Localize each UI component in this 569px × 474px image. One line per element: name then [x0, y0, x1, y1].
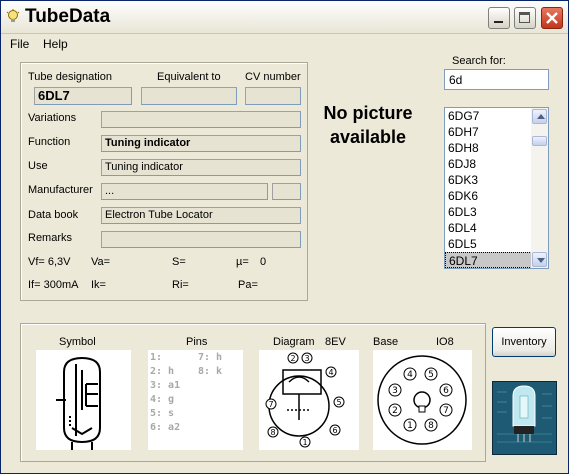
lightbulb-icon — [6, 9, 20, 22]
diagram-pin-label: 7 — [268, 400, 273, 409]
base-pin-label: 8 — [428, 421, 434, 431]
close-button[interactable] — [541, 7, 563, 29]
symbol-box — [36, 350, 131, 450]
cv-number-label: CV number — [245, 71, 301, 83]
window-title: TubeData — [25, 6, 111, 27]
minimize-icon — [494, 21, 503, 23]
function-field[interactable]: Tuning indicator — [101, 135, 301, 152]
use-label: Use — [28, 160, 48, 172]
pa-value: Pa= — [238, 279, 258, 291]
pin-entry: 3: a1 — [150, 380, 181, 391]
tube-designation-field[interactable]: 6DL7 — [34, 87, 132, 105]
databook-label: Data book — [28, 209, 79, 221]
diagram-pin-label: 4 — [328, 368, 333, 377]
details-panel: Tube designation Equivalent to CV number… — [20, 62, 308, 301]
vacuum-tube-icon — [493, 382, 556, 454]
base-pin-label: 1 — [407, 421, 413, 431]
mu-value: 0 — [260, 256, 267, 268]
base-pin-label: 6 — [443, 386, 449, 396]
diagram-box: 2 3 4 5 6 7 8 1 — [259, 350, 359, 450]
diagram-pin-label: 8 — [270, 428, 275, 437]
base-pin-label: 7 — [443, 406, 449, 416]
diagram-code: 8EV — [325, 336, 346, 348]
tube-symbol-icon — [56, 356, 101, 450]
s-value: S= — [172, 256, 186, 268]
symbol-label: Symbol — [59, 336, 96, 348]
base-pin-label: 2 — [392, 406, 398, 416]
pins-box: 1: 2: h 3: a1 4: g 5: s 6: a2 7: h 8: k — [148, 350, 243, 450]
ri-value: Ri= — [172, 279, 189, 291]
manufacturer-code-field[interactable] — [272, 183, 301, 200]
search-results-list[interactable]: 6DG7 6DH7 6DH8 6DJ8 6DK3 6DK6 6DL3 6DL4 6DL5 6DL7 — [444, 107, 549, 269]
menu-file[interactable]: File — [10, 37, 29, 51]
title-bar[interactable]: TubeData — [1, 1, 568, 34]
base-pin-label: 4 — [407, 370, 413, 380]
equivalent-field[interactable] — [141, 87, 237, 105]
scroll-thumb[interactable] — [532, 136, 547, 146]
diagram-pin-label: 1 — [302, 438, 307, 447]
variations-field[interactable] — [101, 111, 301, 128]
ik-value: Ik= — [91, 279, 106, 291]
pin-entry: 2: h — [150, 366, 175, 377]
pin-entry: 5: s — [150, 408, 175, 419]
maximize-button[interactable] — [514, 7, 536, 29]
scroll-up-button[interactable] — [532, 109, 547, 124]
chevron-down-icon — [537, 258, 545, 263]
manufacturer-field[interactable]: ... — [101, 183, 268, 200]
tube-designation-label: Tube designation — [28, 71, 112, 83]
base-label: Base — [373, 336, 399, 348]
menu-help[interactable]: Help — [43, 37, 68, 51]
pin-entry: 7: h — [198, 352, 223, 363]
manufacturer-label: Manufacturer — [28, 184, 93, 196]
no-picture-text: No picture available — [323, 103, 413, 147]
function-label: Function — [28, 136, 71, 148]
inventory-button[interactable]: Inventory — [492, 327, 556, 357]
search-label: Search for: — [452, 55, 506, 67]
diagram-pin-label: 5 — [336, 398, 341, 407]
diagram-panel: Symbol Pins Diagram 8EV Base IO8 1: 2: h… — [20, 323, 486, 462]
cv-number-field[interactable] — [245, 87, 301, 105]
menu-bar: File Help — [1, 34, 568, 54]
remarks-label: Remarks — [28, 232, 73, 244]
minimize-button[interactable] — [488, 7, 510, 29]
maximize-icon — [519, 12, 530, 23]
tube-logo — [492, 381, 557, 455]
vf-value: Vf= 6,3V — [28, 256, 71, 268]
pin-entry: 6: a2 — [150, 422, 181, 433]
va-value: Va= — [91, 256, 111, 268]
mu-label: µ= — [236, 256, 249, 268]
pin-entry: 8: k — [198, 366, 223, 377]
base-pin-label: 3 — [392, 386, 398, 396]
close-icon — [546, 12, 558, 24]
diagram-pin-label: 6 — [332, 426, 337, 435]
databook-field[interactable]: Electron Tube Locator — [101, 207, 301, 224]
app-window: TubeData File Help Tube designation Equi… — [0, 0, 569, 474]
diagram-pin-label: 3 — [304, 354, 309, 363]
base-box: 1 2 3 4 5 6 7 8 — [373, 350, 472, 450]
diagram-label: Diagram — [273, 336, 315, 348]
equivalent-label: Equivalent to — [157, 71, 221, 83]
list-scrollbar[interactable] — [531, 108, 548, 268]
tube-base-icon: 1 2 3 4 5 6 7 8 — [377, 355, 467, 445]
use-field[interactable]: Tuning indicator — [101, 159, 301, 176]
search-input[interactable] — [444, 69, 549, 90]
pin-diagram-icon: 2 3 4 5 6 7 8 1 — [265, 352, 345, 448]
base-code: IO8 — [436, 336, 454, 348]
pins-label: Pins — [186, 336, 208, 348]
if-value: If= 300mA — [28, 279, 79, 291]
variations-label: Variations — [28, 112, 77, 124]
remarks-field[interactable] — [101, 231, 301, 248]
chevron-up-icon — [537, 114, 545, 119]
diagram-pin-label: 2 — [290, 354, 295, 363]
pin-entry: 1: — [150, 352, 163, 363]
pin-entry: 4: g — [150, 394, 175, 405]
base-pin-label: 5 — [428, 370, 434, 380]
scroll-down-button[interactable] — [532, 252, 547, 267]
